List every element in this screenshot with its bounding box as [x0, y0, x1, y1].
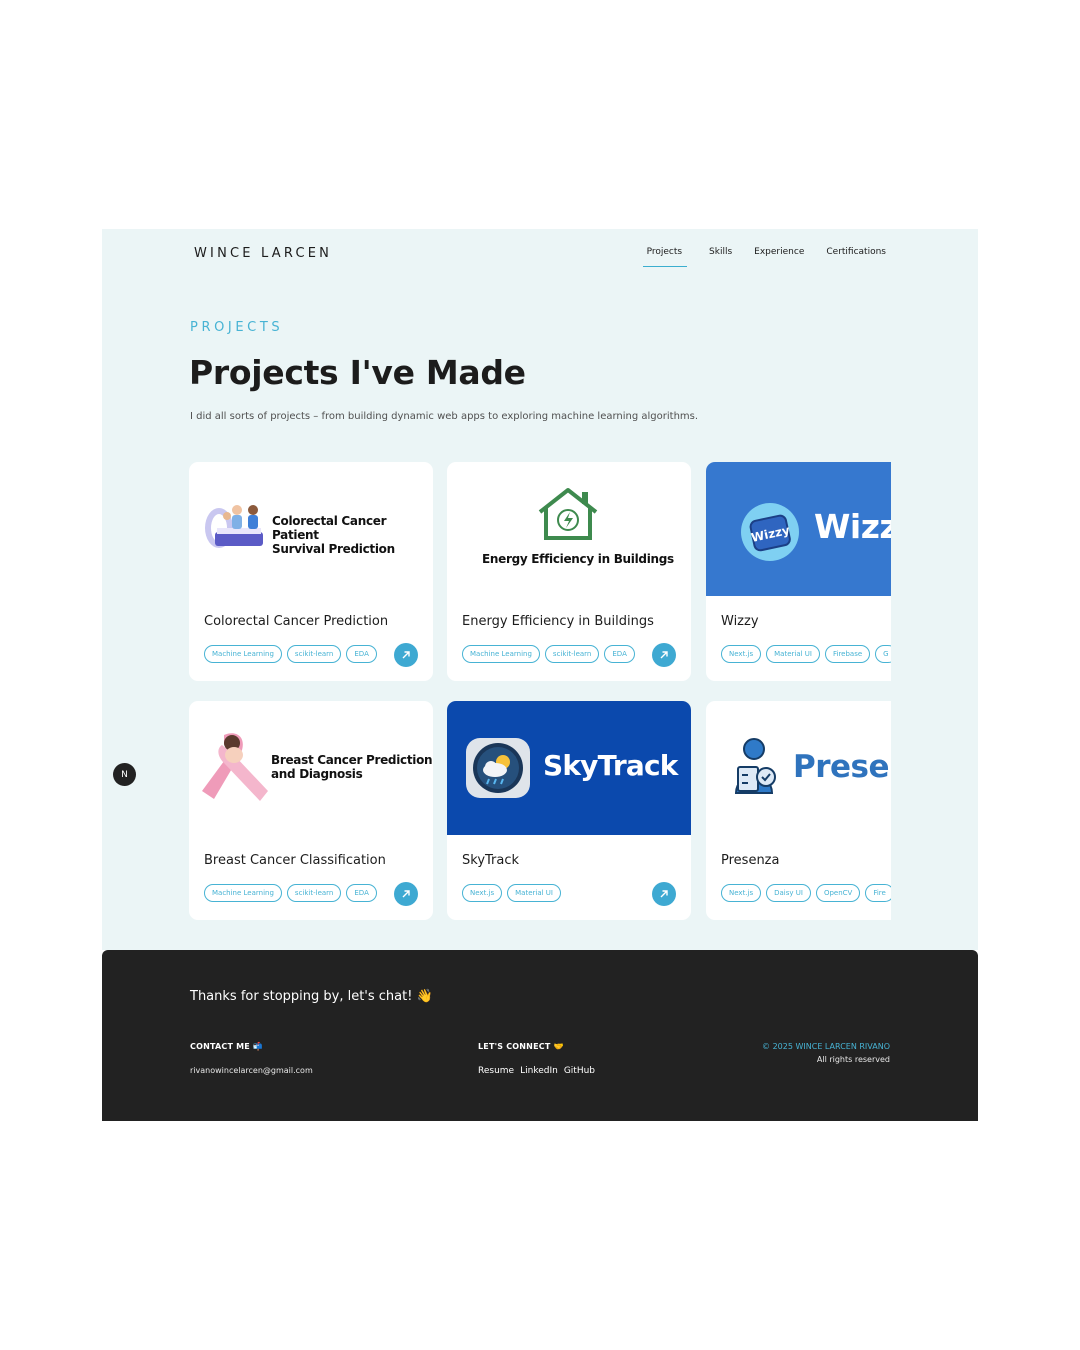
project-name: Breast Cancer Classification [204, 853, 386, 868]
tag: Machine Learning [462, 645, 540, 663]
tag: scikit-learn [286, 884, 342, 902]
nav-experience[interactable]: Experience [754, 247, 804, 267]
thumbnail-title: Colorectal Cancer Patient Survival Predi… [272, 514, 395, 556]
top-nav: Projects Skills Experience Certification… [621, 247, 886, 267]
project-name: SkyTrack [462, 853, 520, 868]
copyright: © 2025 WINCE LARCEN RIVANO [762, 1042, 890, 1051]
thumbnail-title: Presen [793, 749, 891, 785]
project-card-presenza[interactable]: Presen Presenza Next.js Daisy UI OpenCV … [706, 701, 891, 920]
arrow-up-right-icon [660, 651, 668, 659]
project-name: Colorectal Cancer Prediction [204, 614, 389, 629]
thumbnail-title: Breast Cancer Prediction and Diagnosis [271, 753, 433, 781]
resume-link[interactable]: Resume [478, 1066, 514, 1076]
project-card-wizzy[interactable]: Wizzy Wizzy Wizzy Next.js Material UI Fi… [706, 462, 891, 681]
attendance-person-icon [734, 738, 776, 794]
pink-ribbon-icon [202, 733, 268, 801]
social-links: Resume LinkedIn GitHub [478, 1066, 595, 1076]
wizzy-logo-icon: Wizzy [741, 503, 799, 561]
tag: scikit-learn [544, 645, 600, 663]
tag: Next.js [462, 884, 503, 902]
arrow-up-right-icon [402, 651, 410, 659]
brand-logo[interactable]: WINCE LARCEN [194, 246, 332, 261]
tag-list: Next.js Material UI Firebase G [721, 645, 891, 663]
nav-certifications[interactable]: Certifications [826, 247, 886, 267]
nextjs-dev-badge[interactable]: N [113, 763, 136, 786]
open-project-button[interactable] [652, 882, 676, 906]
project-thumbnail: Presen [706, 701, 891, 835]
tag: Fire [865, 884, 891, 902]
projects-section: WINCE LARCEN Projects Skills Experience … [102, 229, 978, 950]
section-kicker: PROJECTS [190, 320, 284, 335]
tag: Firebase [824, 645, 871, 663]
thumbnail-title: Wizzy [814, 507, 891, 546]
project-card-energy[interactable]: Energy Efficiency in Buildings Energy Ef… [447, 462, 691, 681]
tag: OpenCV [815, 884, 861, 902]
tag: Material UI [766, 645, 820, 663]
tag-list: Next.js Material UI [462, 884, 561, 902]
tag: scikit-learn [286, 645, 342, 663]
email-link[interactable]: rivanowincelarcen@gmail.com [190, 1066, 313, 1075]
project-card-breast-cancer[interactable]: Breast Cancer Prediction and Diagnosis B… [189, 701, 433, 920]
weather-app-icon [466, 738, 530, 798]
project-name: Energy Efficiency in Buildings [462, 614, 654, 629]
tag: EDA [346, 884, 377, 902]
rights-text: All rights reserved [816, 1055, 890, 1064]
project-name: Wizzy [721, 614, 759, 629]
github-link[interactable]: GitHub [564, 1066, 595, 1076]
tag-list: Next.js Daisy UI OpenCV Fire [721, 884, 891, 902]
project-thumbnail: Colorectal Cancer Patient Survival Predi… [189, 462, 433, 596]
connect-title: LET'S CONNECT 🤝 [478, 1042, 564, 1051]
tag: Machine Learning [204, 645, 282, 663]
open-project-button[interactable] [652, 643, 676, 667]
tag-list: Machine Learning scikit-learn EDA [204, 645, 377, 663]
project-card-skytrack[interactable]: SkyTrack SkyTrack Next.js Material UI [447, 701, 691, 920]
page-title: Projects I've Made [189, 353, 526, 392]
nav-projects[interactable]: Projects [642, 247, 688, 267]
thumbnail-title: Energy Efficiency in Buildings [482, 552, 674, 566]
tag-list: Machine Learning scikit-learn EDA [204, 884, 377, 902]
footer-heading: Thanks for stopping by, let's chat! 👋 [190, 989, 433, 1004]
contact-title: CONTACT ME 📬 [190, 1042, 264, 1051]
nav-skills[interactable]: Skills [709, 247, 732, 267]
tag: Material UI [507, 884, 561, 902]
section-subtitle: I did all sorts of projects – from build… [190, 411, 699, 422]
arrow-up-right-icon [402, 890, 410, 898]
thumbnail-title: SkyTrack [543, 749, 678, 782]
open-project-button[interactable] [394, 643, 418, 667]
tag-list: Machine Learning scikit-learn EDA [462, 645, 635, 663]
page-frame: WINCE LARCEN Projects Skills Experience … [102, 229, 978, 1121]
project-card-colorectal[interactable]: Colorectal Cancer Patient Survival Predi… [189, 462, 433, 681]
arrow-up-right-icon [660, 890, 668, 898]
project-grid: Colorectal Cancer Patient Survival Predi… [189, 462, 891, 922]
project-name: Presenza [721, 853, 780, 868]
tag: Next.js [721, 645, 762, 663]
project-thumbnail: SkyTrack [447, 701, 691, 835]
linkedin-link[interactable]: LinkedIn [520, 1066, 558, 1076]
project-thumbnail: Wizzy Wizzy [706, 462, 891, 596]
footer: Thanks for stopping by, let's chat! 👋 CO… [102, 950, 978, 1121]
open-project-button[interactable] [394, 882, 418, 906]
tag: EDA [346, 645, 377, 663]
tag: Machine Learning [204, 884, 282, 902]
house-bolt-icon [538, 488, 598, 540]
project-thumbnail: Energy Efficiency in Buildings [447, 462, 691, 596]
doctors-illustration-icon [205, 505, 263, 548]
project-thumbnail: Breast Cancer Prediction and Diagnosis [189, 701, 433, 835]
tag: G [875, 645, 891, 663]
tag: Next.js [721, 884, 762, 902]
tag: EDA [604, 645, 635, 663]
tag: Daisy UI [766, 884, 811, 902]
